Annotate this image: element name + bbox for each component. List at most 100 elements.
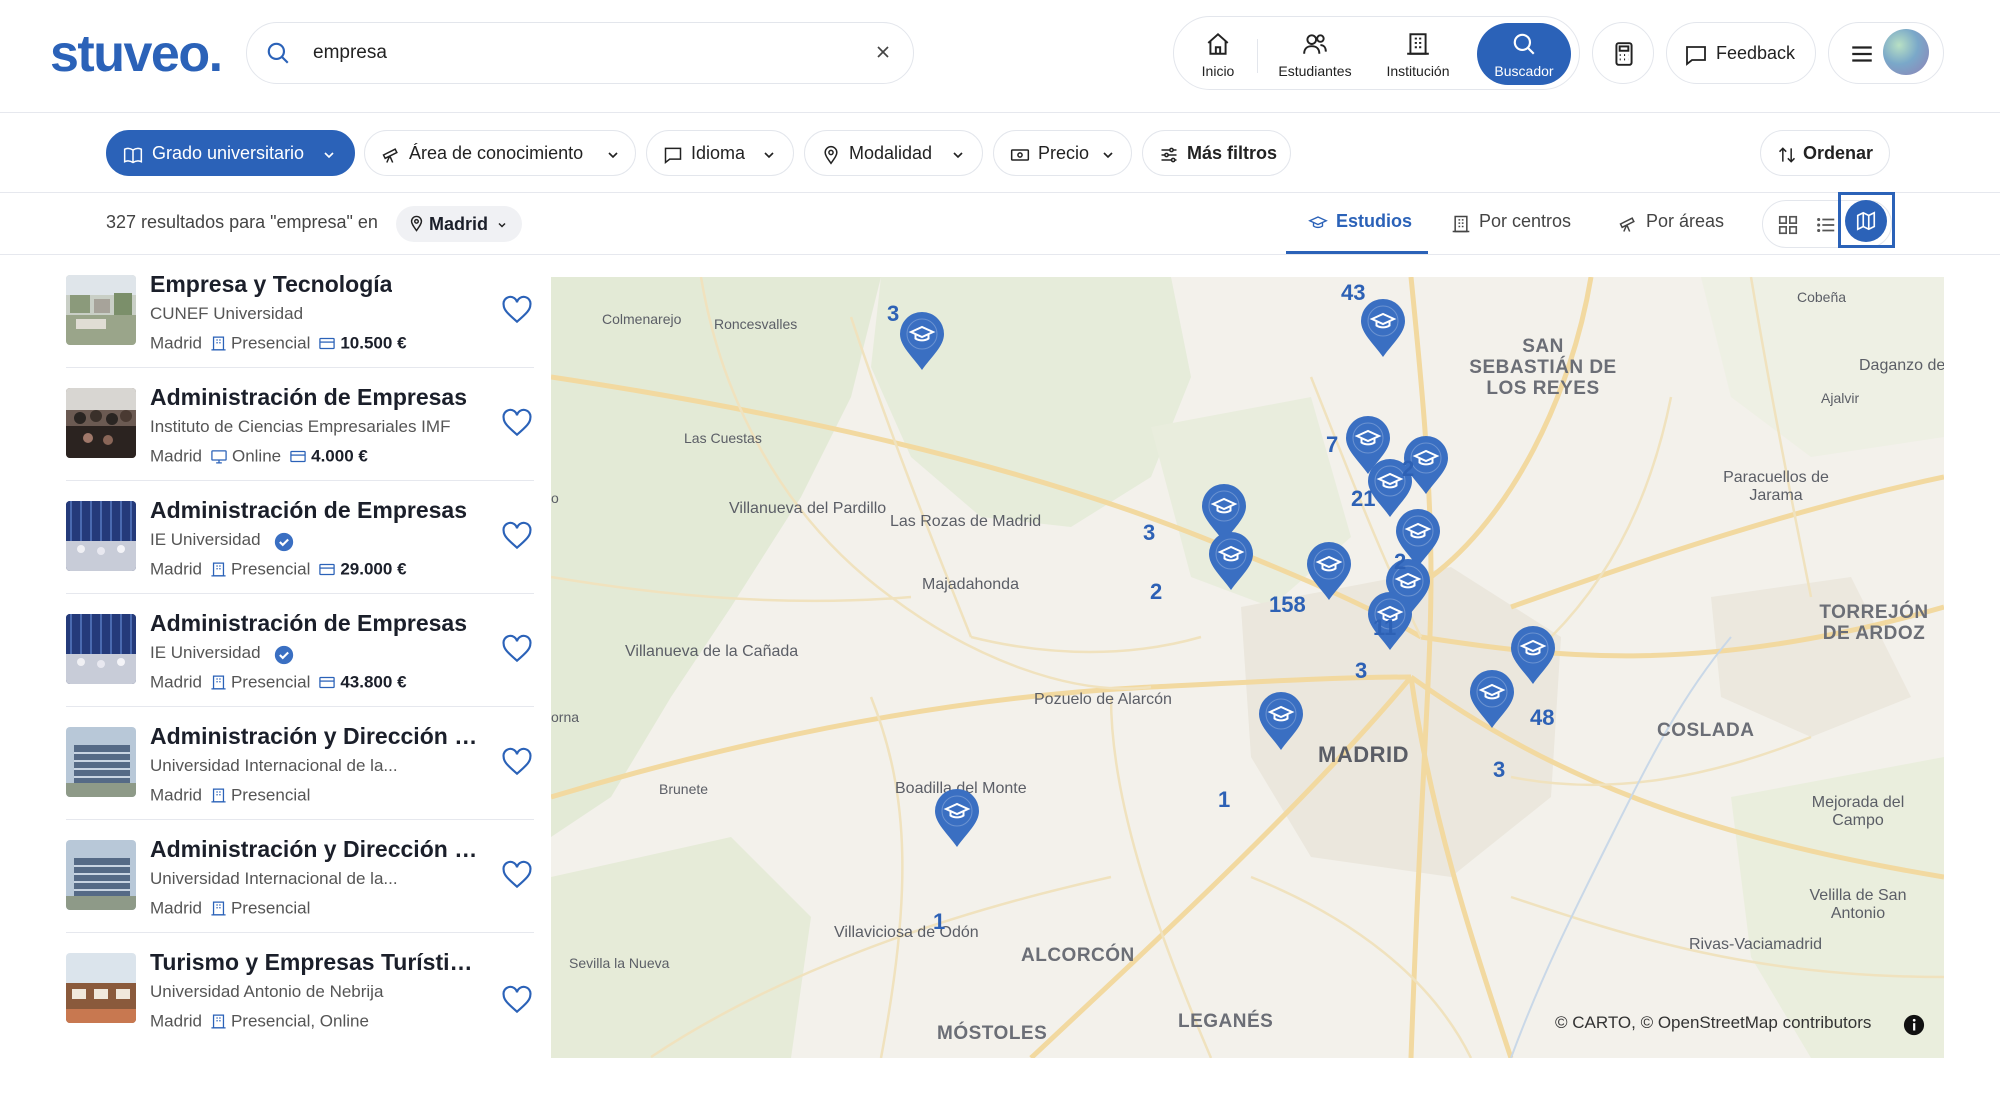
result-meta: Madrid Presencial (150, 785, 310, 806)
result-card[interactable]: Empresa y Tecnología CUNEF Universidad M… (66, 255, 534, 368)
result-title[interactable]: Administración de Empresas (150, 384, 467, 411)
filter-idioma[interactable]: Idioma (646, 130, 794, 176)
result-title[interactable]: Administración y Dirección de... (150, 723, 480, 750)
result-institution: Universidad Antonio de Nebrija (150, 982, 384, 1001)
result-card[interactable]: Administración de Empresas Instituto de … (66, 368, 534, 481)
result-card[interactable]: Administración y Dirección de... Univers… (66, 820, 534, 933)
calculator-button[interactable] (1592, 22, 1654, 84)
result-card[interactable]: Administración y Dirección de... Univers… (66, 707, 534, 820)
feedback-button[interactable]: Feedback (1666, 22, 1816, 84)
verified-badge-icon (274, 645, 294, 665)
logo[interactable]: stuveo. (50, 24, 223, 84)
map-pin-icon[interactable] (1257, 690, 1305, 752)
result-institution: Universidad Internacional de la... (150, 756, 398, 775)
map-pin-icon[interactable] (1207, 530, 1255, 592)
result-title[interactable]: Turismo y Empresas Turísticas (150, 949, 480, 976)
heart-icon[interactable] (500, 521, 534, 553)
heart-icon[interactable] (500, 408, 534, 440)
result-thumbnail (66, 275, 136, 345)
filter-grado-label: Grado universitario (152, 143, 305, 163)
credit-card-icon (290, 450, 306, 463)
nav-divider (1257, 39, 1258, 73)
place-label: ALCORCÓN (1021, 945, 1135, 966)
map-attribution[interactable]: © CARTO, © OpenStreetMap contributors (1555, 1013, 1871, 1033)
chevron-down-icon (1103, 152, 1113, 159)
cluster-count: 2 (1394, 549, 1407, 574)
place-label: Daganzo de (1859, 357, 1944, 374)
map-pin-icon[interactable] (933, 787, 981, 849)
heart-icon[interactable] (500, 634, 534, 666)
monitor-icon (211, 450, 227, 464)
map-pin-icon[interactable] (898, 310, 946, 372)
results-map[interactable]: Roncesvalles Colmenarejo Roncesvalles La… (551, 277, 1944, 1058)
cluster-count: 1 (1218, 787, 1231, 812)
cluster-count: 43 (1341, 280, 1366, 305)
result-title[interactable]: Administración de Empresas (150, 610, 467, 637)
nav-buscador[interactable]: Buscador (1477, 23, 1571, 85)
nav-institucion[interactable]: Institución (1370, 23, 1466, 85)
filter-precio[interactable]: Precio (993, 130, 1132, 176)
nav-estudiantes[interactable]: Estudiantes (1264, 23, 1366, 85)
info-icon[interactable] (1903, 1014, 1925, 1036)
result-card[interactable]: Turismo y Empresas Turísticas Universida… (66, 933, 534, 1046)
place-label: Villanueva de la Cañada (625, 643, 799, 660)
results-list: Empresa y Tecnología CUNEF Universidad M… (0, 255, 550, 1058)
place-label: Villanueva del Pardillo (729, 500, 887, 517)
result-institution: CUNEF Universidad (150, 304, 304, 323)
place-label: Sevilla la Nueva (569, 955, 670, 971)
building-icon (211, 788, 226, 803)
heart-icon[interactable] (500, 860, 534, 892)
heart-icon[interactable] (500, 295, 534, 327)
building-icon (211, 901, 226, 916)
search-input[interactable]: empresa (313, 42, 387, 64)
result-title[interactable]: Empresa y Tecnología (150, 271, 392, 298)
avatar[interactable] (1883, 29, 1929, 75)
map-pin-icon[interactable] (1359, 297, 1407, 359)
credit-card-icon (319, 676, 336, 689)
heart-icon[interactable] (500, 747, 534, 779)
banknote-icon (1010, 149, 1030, 161)
filter-grado[interactable]: Grado universitario (106, 130, 355, 176)
result-title[interactable]: Administración y Dirección de... (150, 836, 480, 863)
filter-idioma-label: Idioma (691, 143, 746, 163)
result-meta: Madrid Presencial (150, 898, 310, 919)
main-nav: Inicio Estudiantes Institución Buscador (1173, 16, 1580, 90)
map-view-button[interactable] (1845, 200, 1887, 242)
result-mode: Presencial (230, 333, 311, 353)
grid-view-icon[interactable] (1777, 214, 1799, 236)
filter-modalidad[interactable]: Modalidad (804, 130, 983, 176)
building-icon (211, 336, 226, 351)
sort-label: Ordenar (1803, 143, 1874, 163)
filter-bar: Grado universitario Área de conocimiento… (0, 113, 2000, 193)
result-title[interactable]: Administración de Empresas (150, 497, 467, 524)
map-pin-icon[interactable] (1509, 624, 1557, 686)
cluster-count: 1 (933, 909, 946, 934)
filter-mas-filtros[interactable]: Más filtros (1142, 130, 1291, 176)
active-tab-indicator (1286, 251, 1428, 254)
result-card[interactable]: Administración de Empresas IE Universida… (66, 481, 534, 594)
result-meta: Madrid Presencial 29.000 € (150, 559, 407, 580)
filter-mas-filtros-label: Más filtros (1187, 143, 1278, 163)
map-pin-icon[interactable] (1305, 540, 1353, 602)
graduation-cap-icon (1308, 216, 1328, 229)
result-institution: Universidad Internacional de la... (150, 869, 398, 888)
place-label: Majadahonda (922, 576, 1019, 593)
map-pin-icon[interactable] (1468, 668, 1516, 730)
result-card[interactable]: Administración de Empresas IE Universida… (66, 594, 534, 707)
search-bar[interactable]: empresa (246, 22, 914, 84)
result-city: Madrid (150, 559, 202, 579)
list-view-icon[interactable] (1815, 214, 1837, 236)
place-label: COSLADA (1657, 720, 1755, 741)
nav-inicio[interactable]: Inicio (1182, 23, 1254, 85)
location-selector[interactable]: Madrid (396, 206, 522, 242)
result-meta: Madrid Presencial 10.500 € (150, 333, 407, 354)
filter-area-label: Área de conocimiento (409, 143, 584, 163)
result-city: Madrid (150, 446, 202, 466)
sort-button[interactable]: Ordenar (1760, 130, 1890, 176)
clear-icon[interactable] (873, 42, 893, 62)
heart-icon[interactable] (500, 985, 534, 1017)
result-mode: Presencial (230, 559, 311, 579)
nav-inicio-label: Inicio (1201, 63, 1235, 79)
tab-estudios-label: Estudios (1336, 211, 1413, 231)
filter-area[interactable]: Área de conocimiento (364, 130, 636, 176)
